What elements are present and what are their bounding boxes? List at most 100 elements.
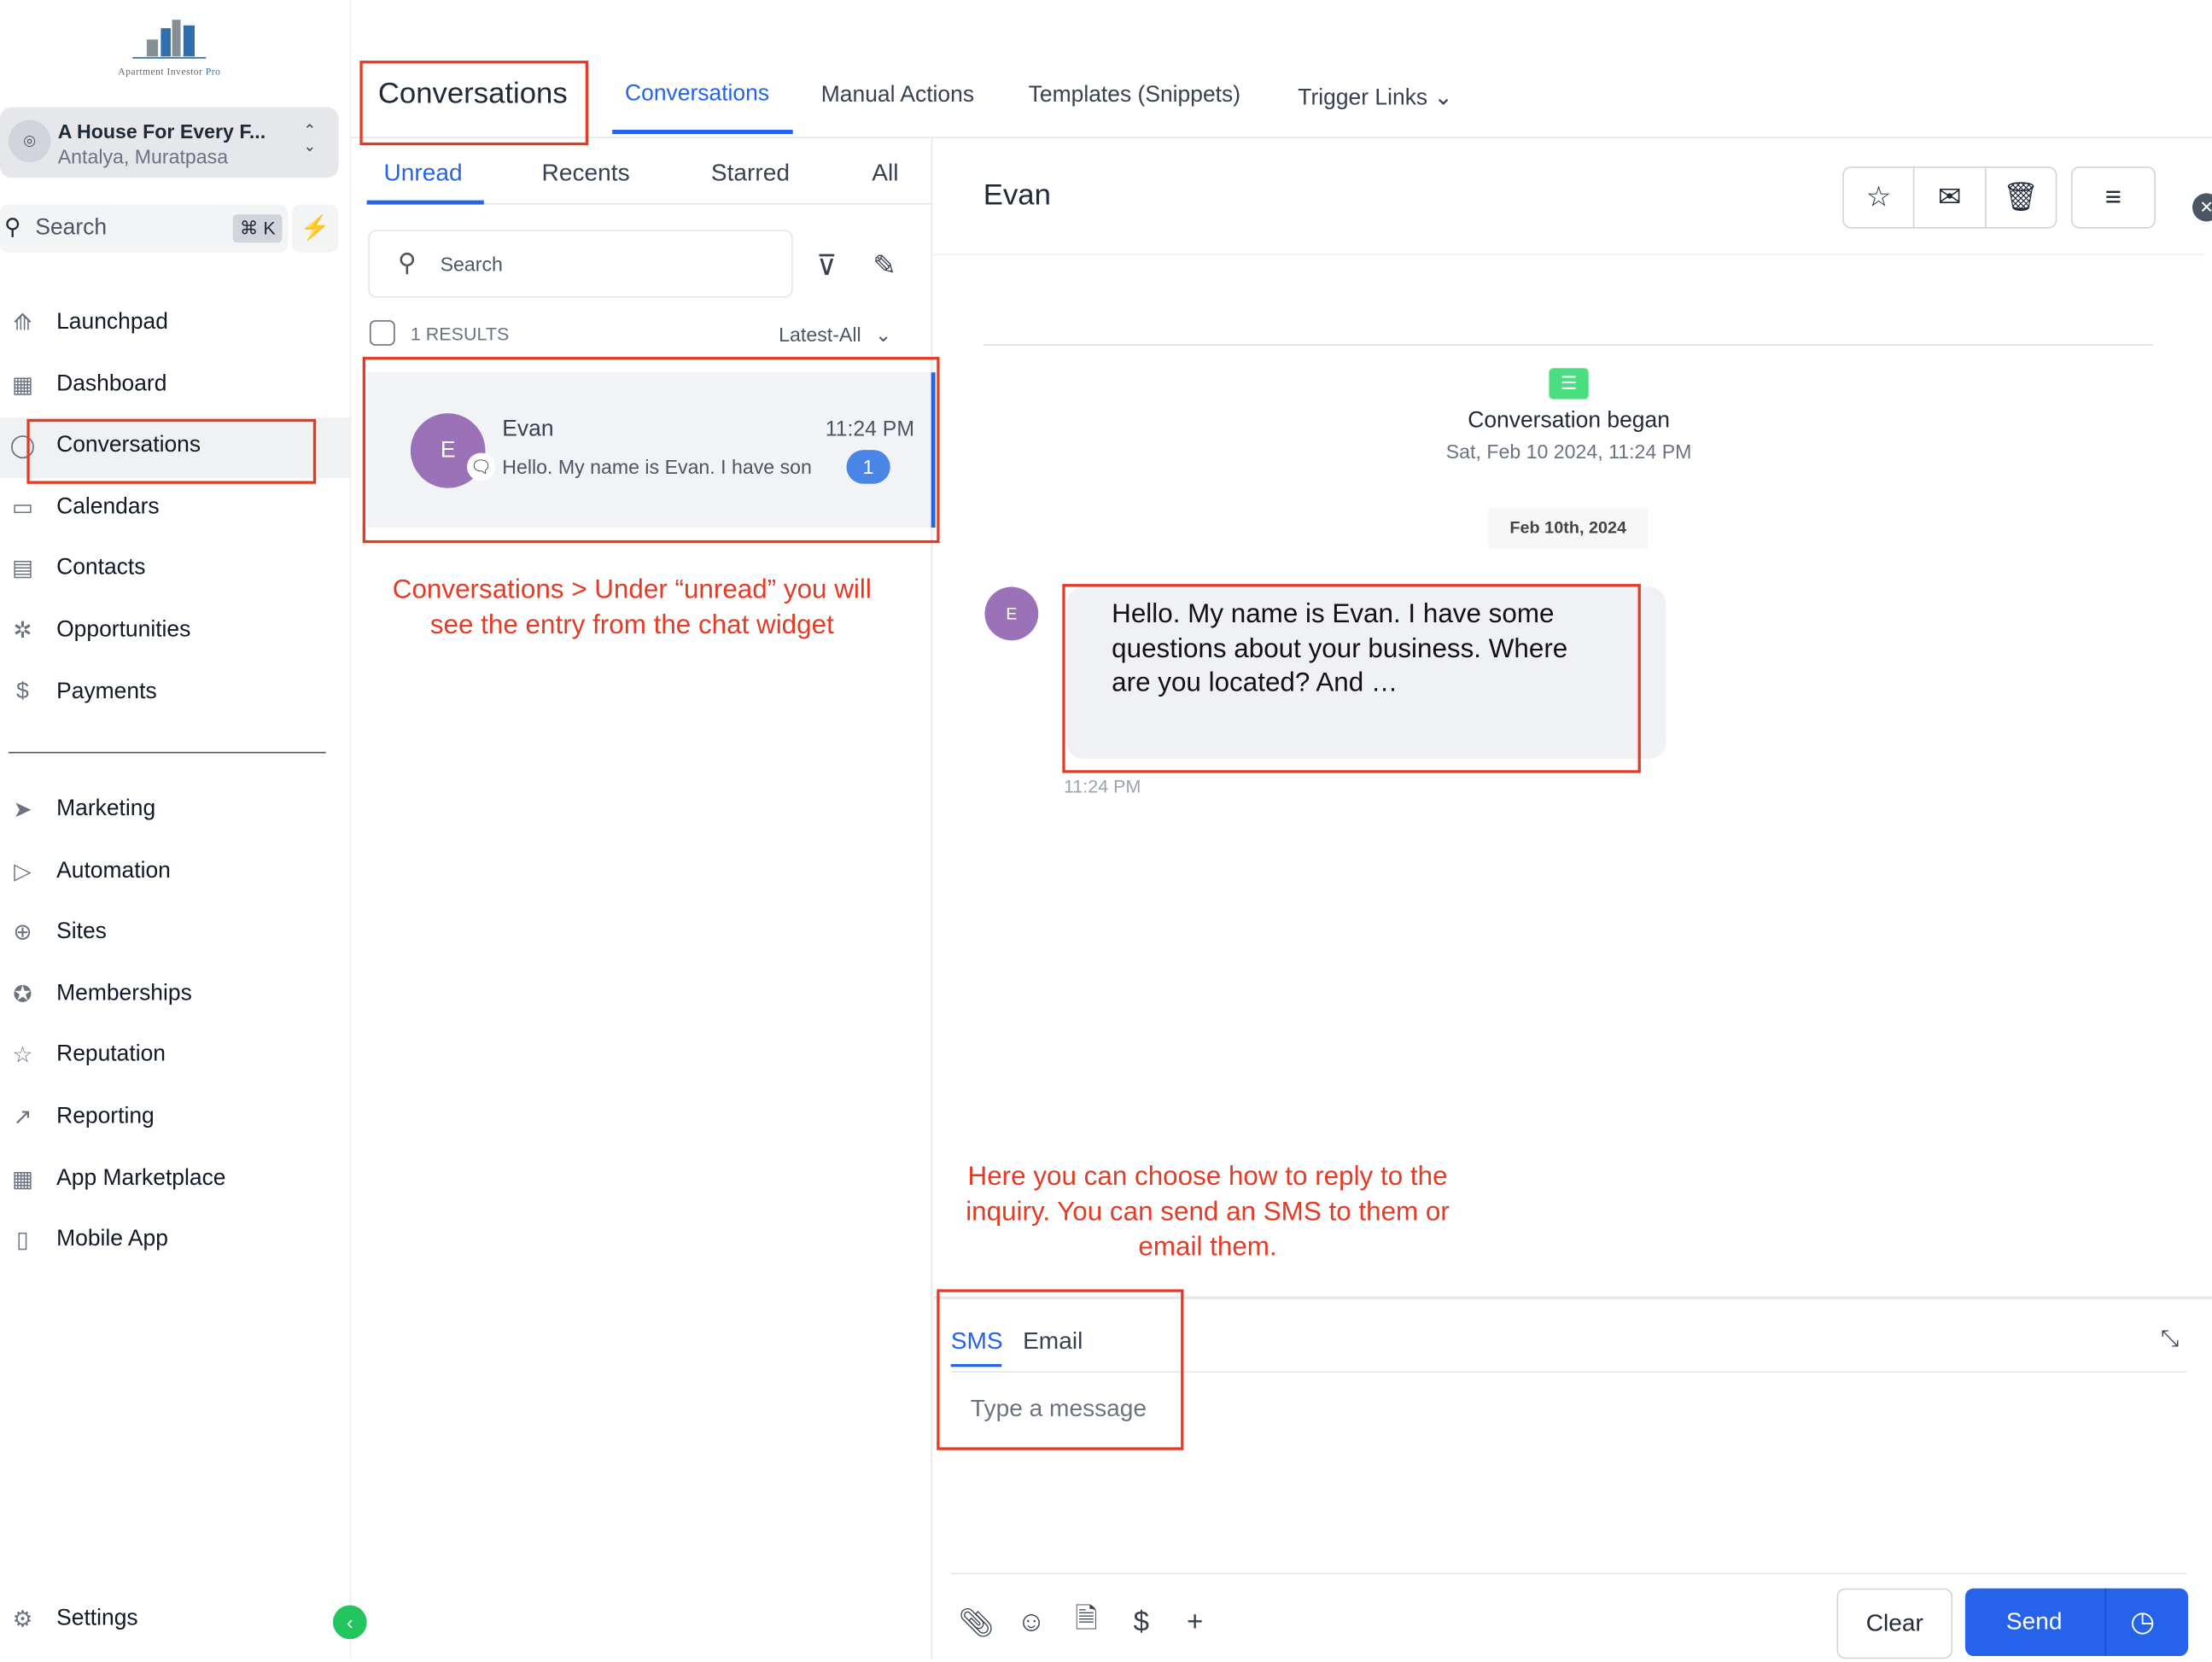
sidebar-item-mobile-app[interactable]: ▯ Mobile App bbox=[9, 1226, 168, 1254]
sidebar-item-label: Sites bbox=[56, 919, 107, 944]
send-icon: ➤ bbox=[13, 798, 32, 823]
sidebar-item-launchpad[interactable]: ⟰ Launchpad bbox=[9, 309, 168, 337]
tab-all[interactable]: All bbox=[872, 160, 898, 188]
location-switcher[interactable]: ⌾ A House For Every F... Antalya, Muratp… bbox=[0, 107, 339, 178]
memberships-icon: ✪ bbox=[13, 983, 32, 1007]
chevron-down-icon: ⌄ bbox=[874, 323, 892, 346]
template-icon[interactable]: 🗎 bbox=[1070, 1604, 1104, 1640]
divider bbox=[2104, 1588, 2107, 1657]
search-placeholder: Search bbox=[35, 215, 108, 240]
calendar-icon: ▭ bbox=[11, 496, 33, 521]
logo: Apartment Investor Pro bbox=[99, 17, 240, 78]
sidebar-item-app-marketplace[interactable]: ▦ App Marketplace bbox=[9, 1164, 226, 1193]
tab-unread[interactable]: Unread bbox=[383, 160, 462, 188]
location-sub: Antalya, Muratpasa bbox=[57, 145, 229, 168]
sidebar-item-label: Payments bbox=[56, 679, 157, 703]
tab-trigger-links[interactable]: Trigger Links ⌄ bbox=[1298, 83, 1452, 111]
sidebar-item-reporting[interactable]: ↗ Reporting bbox=[9, 1103, 155, 1131]
compose-icon[interactable]: ✎ bbox=[867, 248, 902, 283]
filter-lines-icon[interactable]: ≡ bbox=[2070, 166, 2157, 229]
annotation-text: Conversations > Under “unread” you will … bbox=[392, 575, 872, 641]
chat-divider bbox=[933, 254, 2204, 256]
rocket-icon: ⟰ bbox=[13, 312, 32, 336]
sidebar-item-label: Marketing bbox=[56, 796, 156, 821]
tab-templates[interactable]: Templates (Snippets) bbox=[1029, 83, 1240, 108]
conversation-began-date: Sat, Feb 10 2024, 11:24 PM bbox=[1445, 440, 1692, 464]
gear-icon: ⚙ bbox=[12, 1607, 33, 1632]
clear-button[interactable]: Clear bbox=[1836, 1588, 1953, 1659]
history-line bbox=[983, 344, 2153, 346]
tab-starred[interactable]: Starred bbox=[711, 160, 790, 188]
tab-underline bbox=[612, 130, 793, 134]
settings-label: Settings bbox=[56, 1607, 138, 1631]
results-count: 1 RESULTS bbox=[410, 323, 510, 345]
trash-icon[interactable]: 🗑 bbox=[1986, 168, 2056, 227]
sidebar-item-opportunities[interactable]: ✲ Opportunities bbox=[9, 616, 190, 644]
sidebar-item-automation[interactable]: ▷ Automation bbox=[9, 857, 171, 885]
filter-icon[interactable]: ⊽ bbox=[810, 248, 844, 283]
chat-contact-name: Evan bbox=[983, 178, 1051, 212]
sidebar-item-label: Automation bbox=[56, 858, 171, 883]
sidebar-item-label: Mobile App bbox=[56, 1227, 168, 1252]
conversation-began-icon: ☰ bbox=[1549, 368, 1589, 399]
list-search-placeholder: Search bbox=[440, 252, 503, 276]
annotation-box-message bbox=[1062, 584, 1641, 773]
annotation-text: Here you can choose how to reply to the … bbox=[966, 1162, 1450, 1263]
annotation-box-composer bbox=[937, 1289, 1184, 1450]
logo-accent: Pro bbox=[205, 66, 221, 78]
sidebar-item-dashboard[interactable]: ▦ Dashboard bbox=[9, 370, 167, 399]
dashboard-icon: ▦ bbox=[11, 373, 33, 398]
annotation-box-list bbox=[362, 357, 940, 544]
trigger-links-label: Trigger Links bbox=[1298, 85, 1428, 110]
location-icon: ⌾ bbox=[8, 120, 51, 163]
shortcut-badge: ⌘ K bbox=[232, 214, 283, 243]
star-icon[interactable]: ☆ bbox=[1844, 167, 1915, 228]
sidebar-item-label: App Marketplace bbox=[56, 1165, 226, 1191]
sidebar-item-label: Dashboard bbox=[56, 371, 167, 396]
list-search-input[interactable]: ⚲ Search bbox=[368, 230, 793, 298]
search-icon: ⚲ bbox=[3, 215, 21, 240]
payments-icon: $ bbox=[16, 679, 29, 703]
chevron-updown-icon: ⌃ ⌄ bbox=[303, 122, 317, 155]
schedule-icon[interactable]: ◷ bbox=[2130, 1604, 2155, 1639]
tab-conversations[interactable]: Conversations bbox=[625, 82, 769, 108]
send-label: Send bbox=[2005, 1607, 2063, 1636]
collapse-icon[interactable]: ⤡ bbox=[2156, 1326, 2184, 1354]
select-all-checkbox[interactable] bbox=[369, 320, 395, 346]
emoji-icon[interactable]: ☺ bbox=[1014, 1606, 1048, 1640]
marketplace-icon: ▦ bbox=[11, 1167, 33, 1192]
chat-actions: ☆ ✉ 🗑 bbox=[1842, 166, 2057, 229]
sidebar-item-calendars[interactable]: ▭ Calendars bbox=[9, 493, 160, 522]
sidebar-item-marketing[interactable]: ➤ Marketing bbox=[9, 796, 155, 824]
conversation-began: Conversation began bbox=[1468, 409, 1670, 434]
automation-icon: ▷ bbox=[14, 860, 32, 884]
attachment-icon[interactable]: 📎︎ bbox=[959, 1606, 995, 1640]
global-search[interactable]: ⚲ Search ⌘ K bbox=[0, 204, 289, 253]
quick-actions-button[interactable]: ⚡ bbox=[292, 204, 339, 253]
unread-underline bbox=[366, 200, 484, 205]
dollar-icon[interactable]: $ bbox=[1124, 1606, 1159, 1640]
reporting-icon: ↗ bbox=[13, 1105, 32, 1130]
plus-icon[interactable]: + bbox=[1178, 1606, 1212, 1640]
sort-label: Latest-All bbox=[779, 323, 861, 346]
send-button[interactable]: Send ◷ bbox=[1964, 1588, 2189, 1657]
sidebar-item-sites[interactable]: ⊕ Sites bbox=[9, 918, 107, 947]
sidebar-item-settings[interactable]: ⚙ Settings bbox=[9, 1606, 138, 1634]
sidebar-item-label: Contacts bbox=[56, 556, 146, 580]
mail-icon[interactable]: ✉ bbox=[1915, 167, 1987, 228]
divider bbox=[8, 751, 326, 754]
chevron-down-icon: ⌄ bbox=[1433, 85, 1453, 110]
sidebar-item-payments[interactable]: $ Payments bbox=[9, 678, 157, 706]
sidebar-item-memberships[interactable]: ✪ Memberships bbox=[9, 980, 192, 1008]
tab-recents[interactable]: Recents bbox=[542, 160, 630, 188]
sidebar-item-label: Calendars bbox=[56, 494, 160, 519]
sidebar-item-reputation[interactable]: ☆ Reputation bbox=[9, 1041, 166, 1070]
contacts-icon: ▤ bbox=[11, 557, 33, 582]
sort-dropdown[interactable]: Latest-All ⌄ bbox=[779, 323, 891, 347]
sidebar-item-contacts[interactable]: ▤ Contacts bbox=[9, 555, 146, 583]
annotation-box-title bbox=[359, 61, 589, 146]
tab-manual-actions[interactable]: Manual Actions bbox=[821, 83, 974, 108]
sidebar-item-label: Memberships bbox=[56, 981, 192, 1006]
message-avatar: E bbox=[984, 586, 1039, 641]
close-panel-icon[interactable]: ✕ bbox=[2192, 193, 2212, 222]
